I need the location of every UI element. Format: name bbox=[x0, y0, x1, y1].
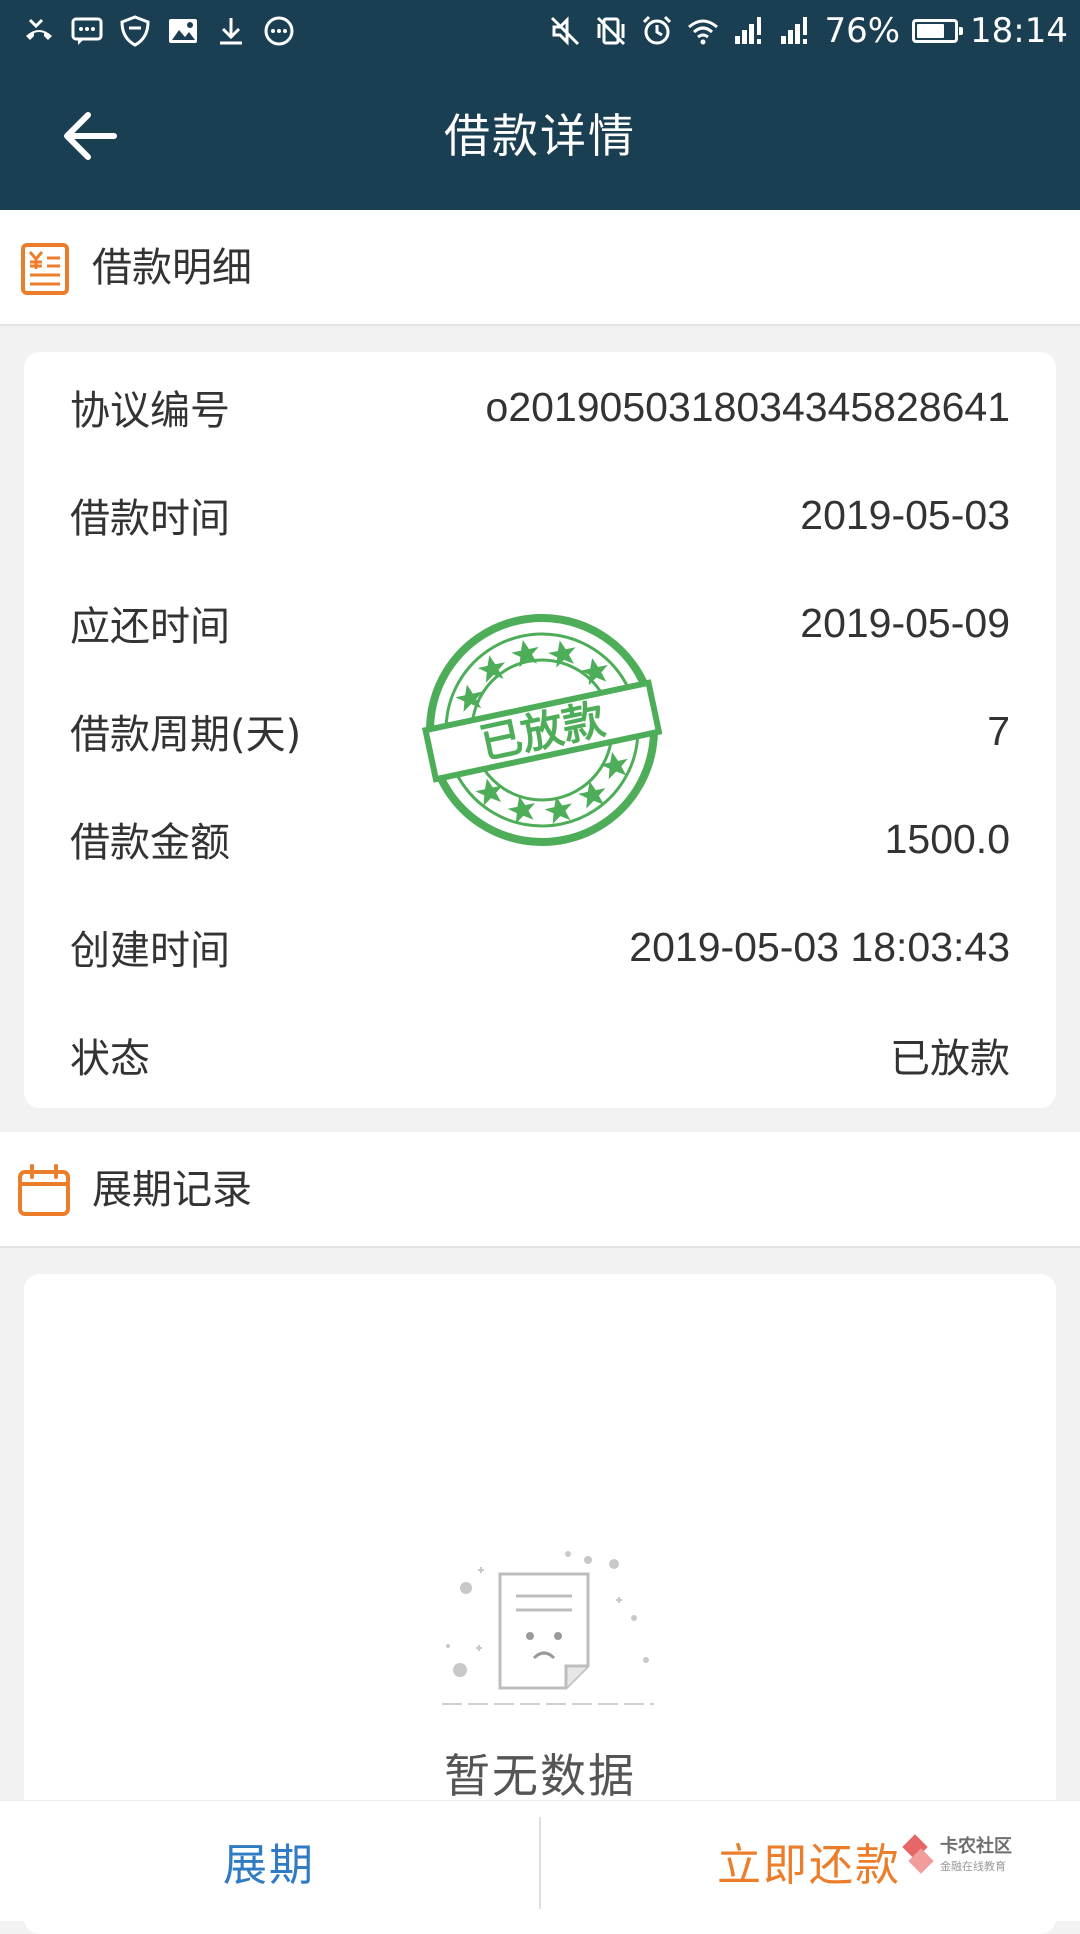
battery-tip bbox=[959, 27, 964, 35]
status-right-icons: 76% 18:14 bbox=[548, 10, 1068, 52]
watermark-subtext: 金融在线教育 bbox=[940, 1859, 1006, 1873]
status-value: 已放款 bbox=[890, 1036, 1010, 1082]
battery-percent: 76% bbox=[824, 11, 901, 51]
row-value: 2019-05-09 bbox=[800, 599, 1010, 646]
loan-detail-card: 协议编号 o2019050318034345828641 借款时间 2019-0… bbox=[24, 352, 1056, 1108]
clock: 18:14 bbox=[970, 11, 1068, 51]
row-label: 借款金额 bbox=[70, 820, 230, 866]
back-arrow-icon bbox=[64, 112, 117, 160]
status-left-icons bbox=[22, 12, 296, 50]
row-value: 2019-05-03 18:03:43 bbox=[629, 923, 1010, 970]
row-label: 应还时间 bbox=[70, 604, 230, 650]
status-bar: 76% 18:14 bbox=[0, 0, 1080, 62]
battery-level bbox=[917, 24, 945, 38]
empty-state-text: 暂无数据 bbox=[444, 1749, 636, 1803]
disbursed-stamp: 已放款 bbox=[422, 614, 662, 846]
detail-row-created-time: 创建时间 2019-05-03 18:03:43 bbox=[70, 912, 1010, 982]
vibrate-off-icon bbox=[594, 14, 628, 48]
signal-icon bbox=[732, 14, 766, 48]
shield-icon bbox=[118, 14, 152, 48]
alarm-icon bbox=[640, 14, 674, 48]
download-icon bbox=[214, 14, 248, 48]
row-value: o2019050318034345828641 bbox=[485, 383, 1010, 430]
battery-icon bbox=[912, 19, 964, 43]
row-value: 1500.0 bbox=[884, 815, 1010, 862]
watermark-logo: 卡农社区 金融在线教育 bbox=[902, 1834, 1012, 1874]
more-dots-icon bbox=[262, 14, 296, 48]
receipt-yen-icon bbox=[21, 243, 69, 295]
mute-icon bbox=[548, 14, 582, 48]
loan-detail-title: 借款明细 bbox=[92, 245, 252, 291]
detail-row-agreement-no: 协议编号 o2019050318034345828641 bbox=[70, 372, 1010, 442]
detail-row-loan-date: 借款时间 2019-05-03 bbox=[70, 480, 1010, 550]
image-icon bbox=[166, 14, 200, 48]
row-value: 2019-05-03 bbox=[800, 491, 1010, 538]
loan-detail-header: 借款明细 bbox=[0, 210, 1080, 326]
calendar-icon bbox=[18, 1164, 70, 1216]
missed-call-icon bbox=[22, 14, 56, 48]
row-label: 借款周期(天) bbox=[70, 712, 302, 758]
row-label: 协议编号 bbox=[70, 388, 230, 434]
extension-record-title: 展期记录 bbox=[92, 1167, 252, 1213]
signal-icon bbox=[778, 14, 812, 48]
extension-record-header: 展期记录 bbox=[0, 1132, 1080, 1248]
wifi-icon bbox=[686, 14, 720, 48]
page-title: 借款详情 bbox=[444, 109, 636, 163]
empty-document-icon bbox=[442, 1551, 654, 1705]
row-label: 状态 bbox=[70, 1036, 150, 1082]
message-icon bbox=[70, 14, 104, 48]
watermark-text: 卡农社区 bbox=[940, 1835, 1012, 1857]
detail-row-status: 状态 已放款 bbox=[70, 1020, 1010, 1090]
extend-button[interactable]: 展期 bbox=[0, 1801, 538, 1921]
row-value: 7 bbox=[987, 707, 1010, 754]
back-button[interactable] bbox=[40, 98, 140, 174]
app-bar: 借款详情 bbox=[0, 62, 1080, 210]
row-label: 创建时间 bbox=[70, 928, 230, 974]
row-label: 借款时间 bbox=[70, 496, 230, 542]
